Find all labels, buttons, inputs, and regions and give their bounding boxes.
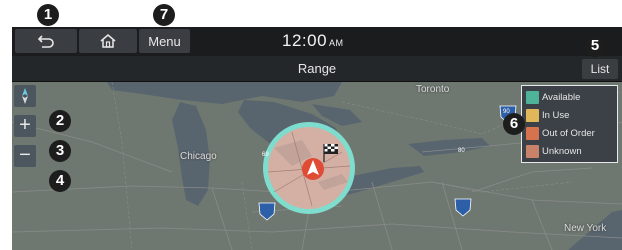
callout-1: 1 (37, 4, 59, 26)
back-arrow-icon (37, 35, 54, 48)
callout-7: 7 (153, 4, 175, 26)
legend-label: Out of Order (542, 127, 595, 139)
menu-button[interactable]: Menu (139, 29, 190, 53)
top-bar: Menu 12:00 AM (12, 27, 622, 56)
clock-ampm: AM (329, 38, 344, 48)
clock: 12:00 AM (282, 31, 344, 51)
charger-unknown-icon (526, 144, 539, 158)
map-label-new-york: New York (564, 223, 607, 234)
legend-item-unknown: Unknown (526, 143, 582, 159)
charger-out-of-order-icon (526, 126, 539, 140)
callout-4: 4 (49, 170, 71, 192)
clock-time: 12:00 (282, 31, 328, 50)
callout-5: 5 (584, 35, 606, 57)
legend-label: In Use (542, 109, 570, 121)
callout-3: 3 (49, 140, 71, 162)
compass-icon (22, 88, 28, 104)
compass-button[interactable] (14, 85, 36, 107)
legend-item-available: Available (526, 89, 580, 105)
map-label-chicago: Chicago (180, 151, 217, 162)
home-icon (100, 34, 116, 48)
legend-label: Available (542, 91, 581, 103)
callout-6: 6 (503, 113, 525, 135)
charger-in-use-icon (526, 108, 539, 122)
zoom-in-button[interactable]: + (14, 115, 36, 137)
charger-available-icon (526, 90, 539, 104)
list-button[interactable]: List (582, 59, 618, 79)
page-title: Range (297, 61, 337, 76)
shield-label-80: 80 (458, 148, 465, 154)
map-label-toronto: Toronto (416, 84, 450, 95)
shield-label-69: 69 (262, 152, 269, 158)
zoom-out-button[interactable]: − (14, 145, 36, 167)
vehicle-position-marker (302, 158, 324, 180)
legend-item-in-use: In Use (526, 107, 569, 123)
charging-status-legend: Available In Use Out of Order Unknown (521, 85, 618, 163)
legend-item-out-of-order: Out of Order (526, 125, 595, 141)
title-bar: Range List (12, 56, 622, 82)
home-button[interactable] (79, 29, 137, 53)
legend-label: Unknown (542, 145, 582, 157)
back-button[interactable] (15, 29, 77, 53)
callout-2: 2 (49, 110, 71, 132)
